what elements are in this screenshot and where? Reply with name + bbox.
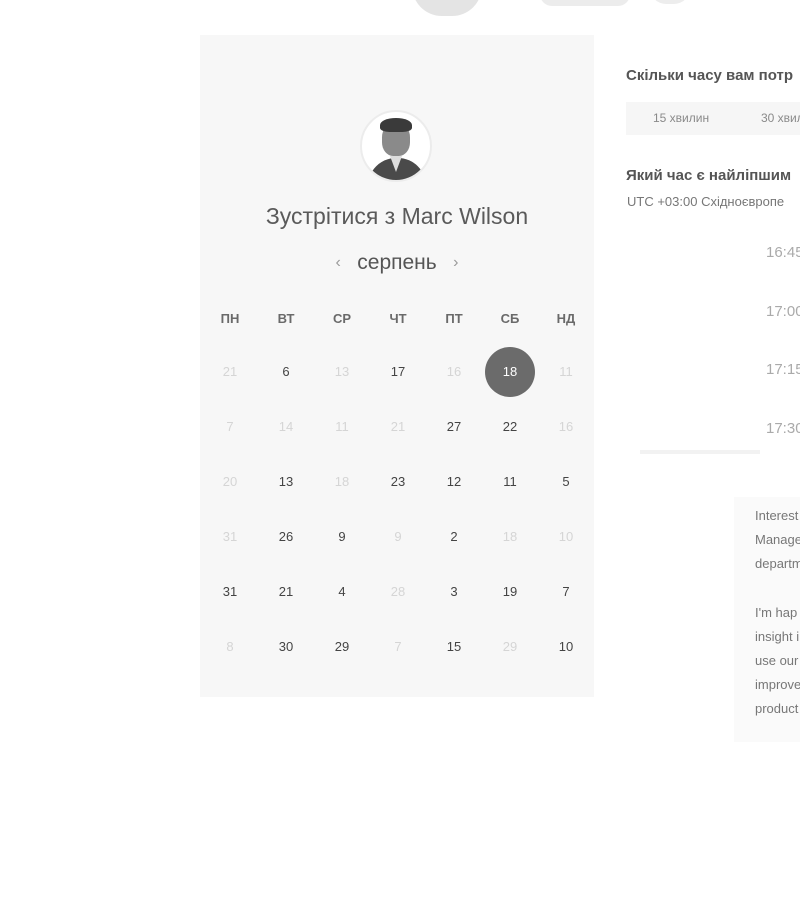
calendar-day[interactable]: 9 bbox=[317, 512, 367, 562]
chevron-left-icon[interactable]: ‹ bbox=[323, 254, 352, 272]
calendar-day[interactable]: 21 bbox=[261, 567, 311, 617]
bio-line: use our bbox=[755, 653, 799, 668]
calendar-day[interactable]: 15 bbox=[429, 622, 479, 672]
calendar-day[interactable]: 19 bbox=[485, 567, 535, 617]
time-question: Який час є найліпшим bbox=[626, 167, 792, 184]
calendar-day[interactable]: 23 bbox=[373, 457, 423, 507]
calendar-day[interactable]: 29 bbox=[317, 622, 367, 672]
host-name: Marc Wilson bbox=[401, 203, 529, 229]
weekday-label: СР bbox=[332, 311, 352, 326]
time-slot[interactable]: 17:00 bbox=[766, 303, 800, 320]
month-navigation: ‹ серпень › bbox=[200, 251, 594, 275]
bio-line: improve bbox=[755, 677, 800, 692]
host-avatar bbox=[360, 110, 432, 182]
calendar-day: 21 bbox=[222, 364, 238, 379]
logo-shape bbox=[412, 0, 482, 16]
bio-paragraph: Interest Manage departm bbox=[755, 504, 800, 576]
timezone-label[interactable]: UTC +03:00 Східноєвропе bbox=[627, 194, 784, 209]
bio-line: I'm hap bbox=[755, 605, 798, 620]
calendar-day: 11 bbox=[335, 419, 349, 434]
divider bbox=[640, 450, 760, 454]
duration-option-15[interactable]: 15 хвилин bbox=[653, 102, 709, 135]
calendar-day: 7 bbox=[394, 639, 402, 654]
weekday-label: ПН bbox=[220, 311, 240, 326]
calendar-day: 16 bbox=[558, 419, 574, 434]
calendar-day[interactable]: 4 bbox=[317, 567, 367, 617]
calendar-day[interactable]: 26 bbox=[261, 512, 311, 562]
calendar-day: 29 bbox=[502, 639, 518, 654]
calendar-grid: 21 6 13 17 16 18 11 7 14 11 21 27 22 16 20 13 18 23 12 11 5 3… bbox=[203, 347, 593, 677]
duration-question: Скільки часу вам потр bbox=[626, 67, 794, 84]
calendar-day[interactable]: 12 bbox=[429, 457, 479, 507]
duration-option-30[interactable]: 30 хвил bbox=[761, 102, 800, 135]
chevron-right-icon[interactable]: › bbox=[441, 254, 470, 272]
calendar-day: 8 bbox=[226, 639, 234, 654]
bio-line: insight i bbox=[755, 629, 800, 644]
calendar-day: 28 bbox=[390, 584, 406, 599]
calendar-day[interactable]: 5 bbox=[541, 457, 591, 507]
bio-paragraph: I'm hap insight i use our improve produc… bbox=[755, 601, 800, 721]
scheduler-panel: Скільки часу вам потр 15 хвилин 30 хвил … bbox=[626, 0, 800, 900]
time-slot[interactable]: 17:30 bbox=[766, 420, 800, 437]
logo-shape bbox=[540, 0, 630, 6]
weekday-label: ЧТ bbox=[389, 311, 407, 326]
calendar-day[interactable]: 27 bbox=[429, 402, 479, 452]
time-slot[interactable]: 16:45 bbox=[766, 244, 800, 261]
booking-card: Зустрітися з Marc Wilson ‹ серпень › ПН В… bbox=[200, 35, 594, 697]
calendar-day: 13 bbox=[334, 364, 350, 379]
calendar-day[interactable]: 13 bbox=[261, 457, 311, 507]
calendar-day[interactable]: 17 bbox=[373, 347, 423, 397]
calendar-day[interactable]: 31 bbox=[205, 567, 255, 617]
calendar-day: 18 bbox=[502, 529, 518, 544]
calendar-day: 14 bbox=[278, 419, 294, 434]
calendar-day[interactable]: 30 bbox=[261, 622, 311, 672]
calendar-day[interactable]: 7 bbox=[541, 567, 591, 617]
duration-options: 15 хвилин 30 хвил bbox=[626, 102, 800, 135]
title-prefix: Зустрітися з bbox=[265, 203, 396, 229]
calendar-day[interactable]: 6 bbox=[261, 347, 311, 397]
calendar-day[interactable]: 2 bbox=[429, 512, 479, 562]
calendar-day[interactable]: 10 bbox=[541, 622, 591, 672]
calendar-day: 20 bbox=[222, 474, 238, 489]
calendar-day: 21 bbox=[390, 419, 406, 434]
calendar-day[interactable]: 22 bbox=[485, 402, 535, 452]
calendar-day[interactable]: 3 bbox=[429, 567, 479, 617]
weekday-label: ВТ bbox=[277, 311, 295, 326]
bio-line: product bbox=[755, 701, 799, 716]
bio-line: Interest bbox=[755, 508, 799, 523]
calendar-day[interactable]: 11 bbox=[485, 457, 535, 507]
calendar-day: 7 bbox=[226, 419, 234, 434]
calendar-day: 31 bbox=[222, 529, 238, 544]
calendar-day: 10 bbox=[558, 529, 574, 544]
month-label: серпень bbox=[357, 251, 437, 274]
weekday-label: СБ bbox=[500, 311, 520, 326]
calendar-day: 18 bbox=[334, 474, 350, 489]
calendar-day: 11 bbox=[559, 364, 573, 379]
weekday-label: НД bbox=[556, 311, 576, 326]
bio-line: Manage bbox=[755, 532, 800, 547]
calendar-day: 16 bbox=[446, 364, 462, 379]
meeting-title: Зустрітися з Marc Wilson bbox=[200, 203, 594, 230]
time-slot[interactable]: 17:15 bbox=[766, 361, 800, 378]
bio-line: departm bbox=[755, 556, 800, 571]
calendar-day: 9 bbox=[394, 529, 402, 544]
calendar-day-selected[interactable]: 18 bbox=[485, 347, 535, 397]
weekday-label: ПТ bbox=[445, 311, 463, 326]
